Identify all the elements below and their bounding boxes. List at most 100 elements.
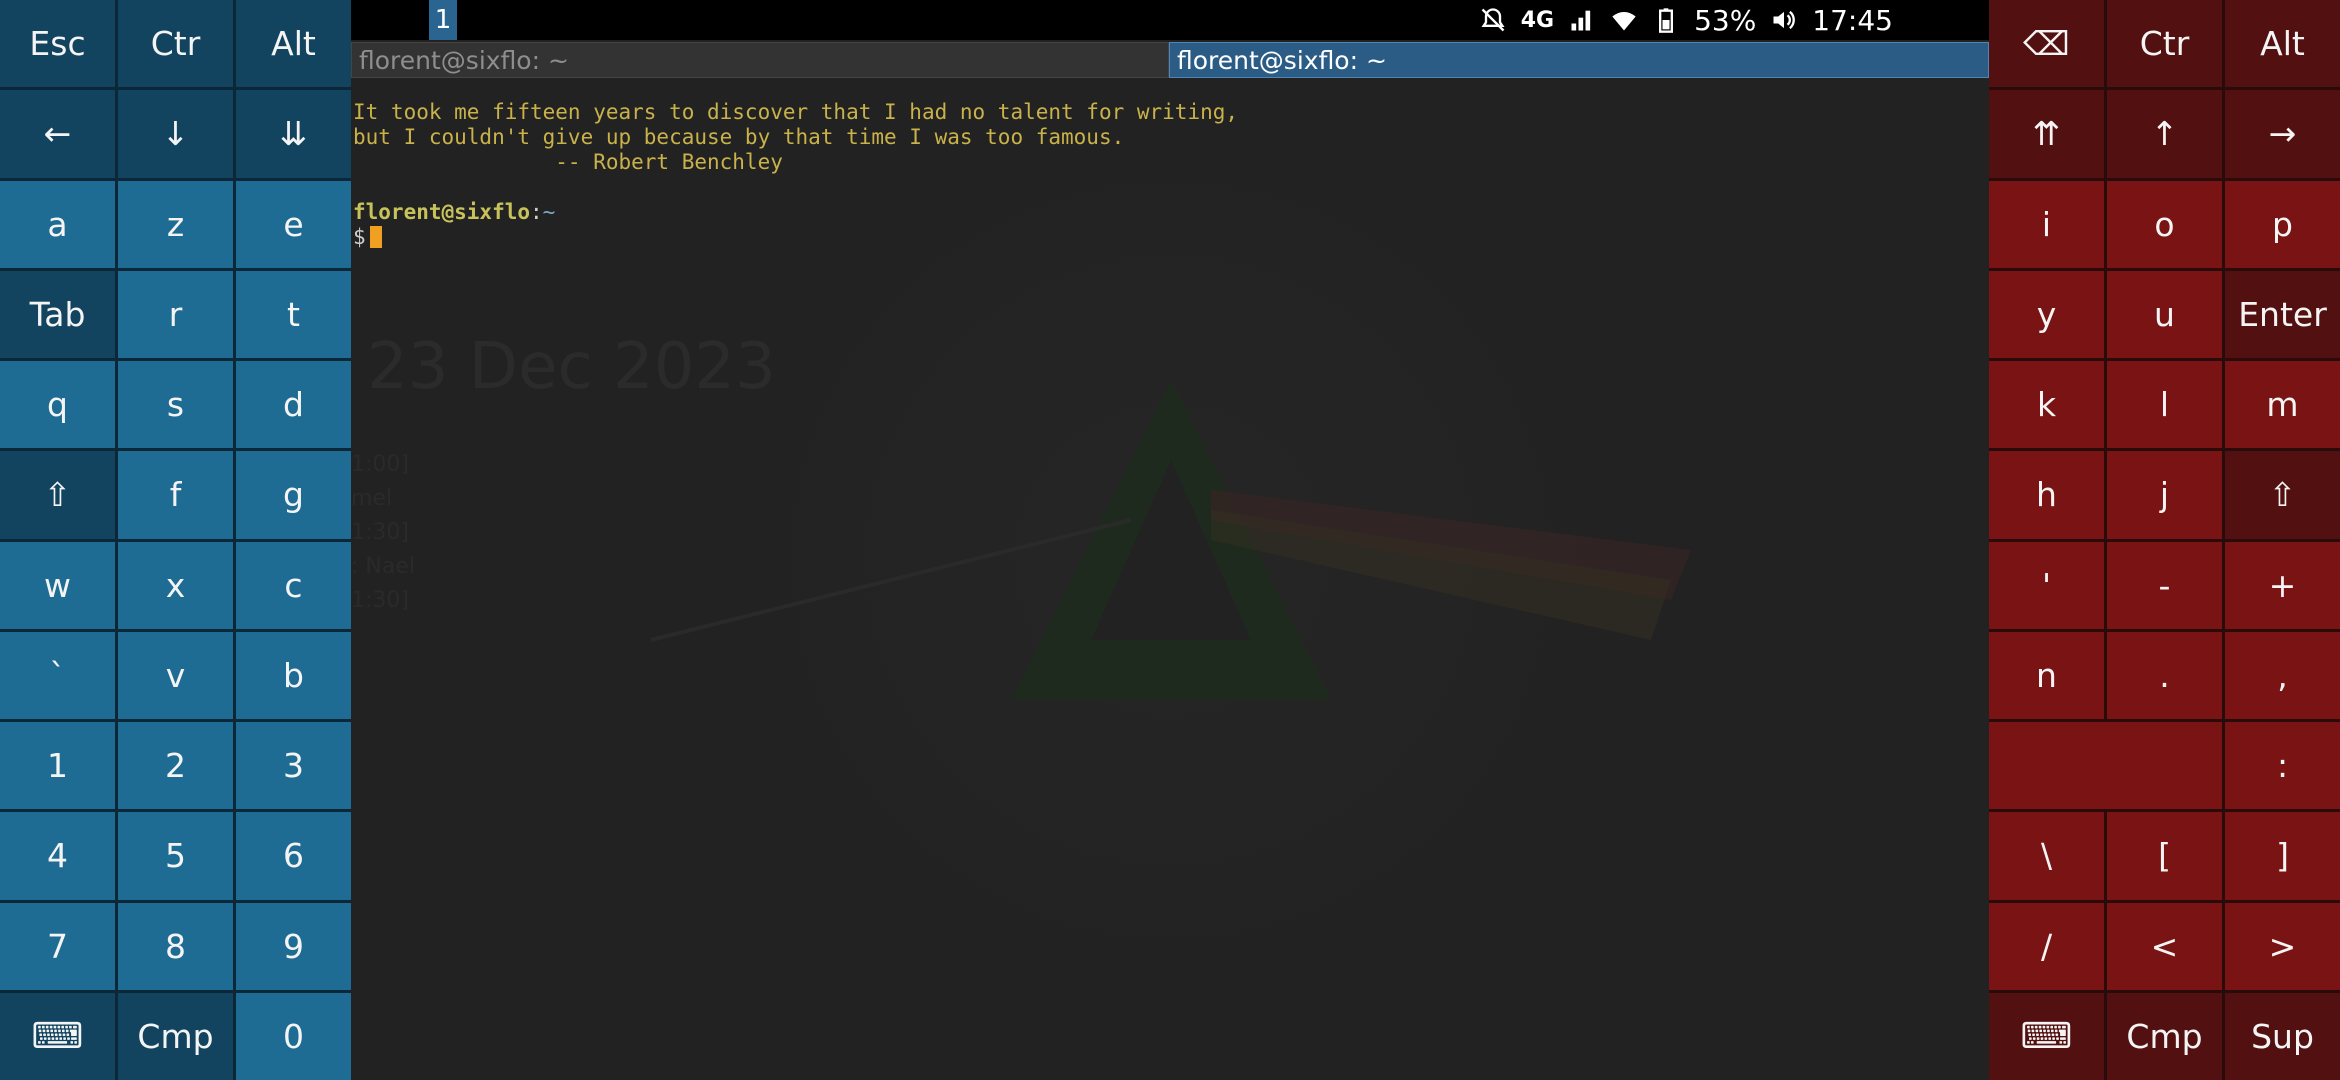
prompt-separator: :: [530, 200, 543, 224]
key-backspace[interactable]: ⌫: [1989, 0, 2104, 88]
terminal-area: 1 4G 53% 17:45 florent@sixflo: ~ florent…: [351, 0, 1989, 1080]
key-l[interactable]: l: [2107, 361, 2222, 449]
key-label: g: [283, 475, 304, 515]
key-x[interactable]: x: [118, 541, 233, 629]
key-colon[interactable]: :: [2225, 722, 2340, 810]
key-keyboard-switch-right[interactable]: ⌨: [1989, 992, 2104, 1080]
key-f[interactable]: f: [118, 451, 233, 539]
key-label: Esc: [29, 24, 86, 64]
keyboard-icon: ⌨: [2020, 1015, 2073, 1057]
key-n[interactable]: n: [1989, 631, 2104, 719]
key-c[interactable]: c: [236, 541, 351, 629]
key-label: f: [169, 475, 182, 515]
key-label: d: [283, 385, 304, 425]
key-enter[interactable]: Enter: [2225, 270, 2340, 358]
key-label: \: [2040, 836, 2053, 876]
status-bar: 1 4G 53% 17:45: [351, 0, 1989, 40]
key-r[interactable]: r: [118, 270, 233, 358]
key-down-arrow[interactable]: ↓: [118, 90, 233, 178]
key-right-arrow[interactable]: →: [2225, 90, 2340, 178]
key-2[interactable]: 2: [118, 722, 233, 810]
key-label: c: [284, 565, 303, 605]
key-4[interactable]: 4: [0, 812, 115, 900]
key-d[interactable]: d: [236, 361, 351, 449]
key-8[interactable]: 8: [118, 902, 233, 990]
key-esc[interactable]: Esc: [0, 0, 115, 88]
key-page-down[interactable]: ⇊: [236, 90, 351, 178]
key-up-arrow[interactable]: ↑: [2107, 90, 2222, 178]
key-e[interactable]: e: [236, 180, 351, 268]
key-t[interactable]: t: [236, 270, 351, 358]
key-label: ]: [2276, 836, 2289, 876]
key-7[interactable]: 7: [0, 902, 115, 990]
key-6[interactable]: 6: [236, 812, 351, 900]
key-g[interactable]: g: [236, 451, 351, 539]
key-bracket-right[interactable]: ]: [2225, 812, 2340, 900]
key-u[interactable]: u: [2107, 270, 2222, 358]
key-comma[interactable]: ,: [2225, 631, 2340, 719]
key-label: Sup: [2251, 1016, 2314, 1056]
key-slash[interactable]: /: [1989, 902, 2104, 990]
key-ctrl[interactable]: Ctr: [118, 0, 233, 88]
key-alt[interactable]: Alt: [236, 0, 351, 88]
key-shift[interactable]: ⇧: [0, 451, 115, 539]
key-period[interactable]: .: [2107, 631, 2222, 719]
key-keyboard-switch[interactable]: ⌨: [0, 992, 115, 1080]
key-m[interactable]: m: [2225, 361, 2340, 449]
key-1[interactable]: 1: [0, 722, 115, 810]
key-shift-right[interactable]: ⇧: [2225, 451, 2340, 539]
key-j[interactable]: j: [2107, 451, 2222, 539]
key-label: Cmp: [137, 1016, 214, 1056]
clock: 17:45: [1812, 3, 1893, 37]
key-apostrophe[interactable]: ': [1989, 541, 2104, 629]
key-compose-right[interactable]: Cmp: [2107, 992, 2222, 1080]
key-space[interactable]: [1989, 722, 2222, 810]
key-b[interactable]: b: [236, 631, 351, 719]
key-label: o: [2154, 204, 2175, 244]
key-left-arrow[interactable]: ←: [0, 90, 115, 178]
key-label: z: [166, 204, 185, 244]
workspace-tag[interactable]: 1: [429, 0, 457, 40]
key-ctrl-right[interactable]: Ctr: [2107, 0, 2222, 88]
key-label: 0: [283, 1016, 304, 1056]
key-p[interactable]: p: [2225, 180, 2340, 268]
key-tab[interactable]: Tab: [0, 270, 115, 358]
key-compose[interactable]: Cmp: [118, 992, 233, 1080]
key-5[interactable]: 5: [118, 812, 233, 900]
text-cursor: [369, 226, 382, 248]
key-alt-right[interactable]: Alt: [2225, 0, 2340, 88]
key-label: Cmp: [2126, 1016, 2203, 1056]
key-y[interactable]: y: [1989, 270, 2104, 358]
key-label: h: [2036, 475, 2057, 515]
key-label: v: [165, 655, 186, 695]
prompt-line: florent@sixflo:~: [353, 200, 1238, 225]
key-h[interactable]: h: [1989, 451, 2104, 539]
key-page-up[interactable]: ⇈: [1989, 90, 2104, 178]
input-line[interactable]: $: [353, 225, 1238, 250]
key-a[interactable]: a: [0, 180, 115, 268]
key-bracket-left[interactable]: [: [2107, 812, 2222, 900]
key-i[interactable]: i: [1989, 180, 2104, 268]
key-super[interactable]: Sup: [2225, 992, 2340, 1080]
key-label: Ctr: [150, 24, 201, 64]
key-0[interactable]: 0: [236, 992, 351, 1080]
tab-terminal-1[interactable]: florent@sixflo: ~: [351, 42, 1169, 78]
key-label: -: [2158, 565, 2171, 605]
key-greater-than[interactable]: >: [2225, 902, 2340, 990]
key-s[interactable]: s: [118, 361, 233, 449]
key-backtick[interactable]: `: [0, 631, 115, 719]
terminal-output[interactable]: It took me fifteen years to discover tha…: [353, 100, 1238, 250]
key-9[interactable]: 9: [236, 902, 351, 990]
key-v[interactable]: v: [118, 631, 233, 719]
key-q[interactable]: q: [0, 361, 115, 449]
tab-terminal-2[interactable]: florent@sixflo: ~: [1169, 42, 1989, 78]
key-z[interactable]: z: [118, 180, 233, 268]
key-minus[interactable]: -: [2107, 541, 2222, 629]
key-o[interactable]: o: [2107, 180, 2222, 268]
key-k[interactable]: k: [1989, 361, 2104, 449]
key-plus[interactable]: +: [2225, 541, 2340, 629]
key-w[interactable]: w: [0, 541, 115, 629]
key-less-than[interactable]: <: [2107, 902, 2222, 990]
key-backslash[interactable]: \: [1989, 812, 2104, 900]
key-3[interactable]: 3: [236, 722, 351, 810]
